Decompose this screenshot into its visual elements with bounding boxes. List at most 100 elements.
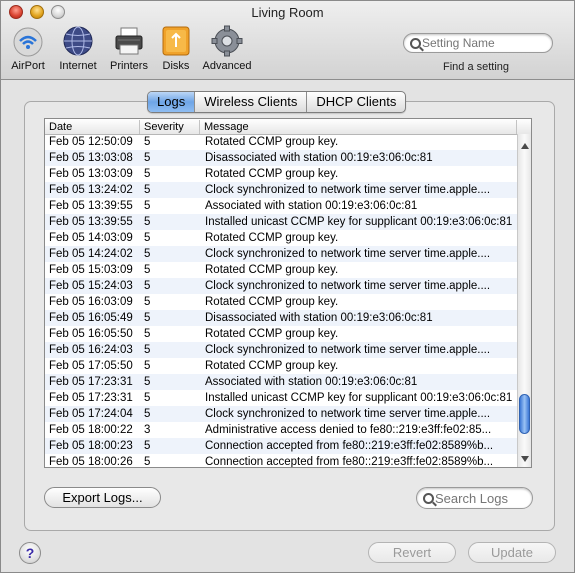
cell-severity: 5 (144, 328, 151, 340)
setting-search-field[interactable] (403, 33, 553, 53)
cell-severity: 5 (144, 232, 151, 244)
cell-severity: 5 (144, 392, 151, 404)
cell-date: Feb 05 17:24:04 (49, 408, 133, 420)
cell-date: Feb 05 13:03:08 (49, 152, 133, 164)
cell-severity: 5 (144, 264, 151, 276)
cell-date: Feb 05 16:03:09 (49, 296, 133, 308)
help-button[interactable]: ? (19, 542, 41, 564)
table-row[interactable]: Feb 05 15:03:09 5 Rotated CCMP group key. (45, 262, 517, 278)
cell-date: Feb 05 14:24:02 (49, 248, 133, 260)
cell-severity: 5 (144, 200, 151, 212)
cell-date: Feb 05 13:24:02 (49, 184, 133, 196)
vertical-scrollbar[interactable] (517, 134, 531, 467)
table-row[interactable]: Feb 05 15:24:03 5 Clock synchronized to ne… (45, 278, 517, 294)
disk-icon (159, 25, 193, 57)
cell-severity: 5 (144, 344, 151, 356)
table-row[interactable]: Feb 05 16:24:03 5 Clock synchronized to ne… (45, 342, 517, 358)
table-row[interactable]: Feb 05 17:24:04 5 Clock synchronized to ne… (45, 406, 517, 422)
cell-date: Feb 05 13:03:09 (49, 168, 133, 180)
cell-date: Feb 05 16:05:49 (49, 312, 133, 324)
printer-icon (112, 25, 146, 57)
cell-date: Feb 05 17:23:31 (49, 376, 133, 388)
cell-severity: 5 (144, 216, 151, 228)
table-row[interactable]: Feb 05 13:39:55 5 Associated with station … (45, 198, 517, 214)
search-icon (410, 38, 421, 49)
table-row[interactable]: Feb 05 12:50:09 5 Rotated CCMP group key. (45, 134, 517, 150)
cell-message: Rotated CCMP group key. (205, 264, 339, 276)
find-setting-label: Find a setting (443, 61, 510, 73)
cell-severity: 5 (144, 408, 151, 420)
tab-logs[interactable]: Logs (148, 92, 195, 112)
table-row[interactable]: Feb 05 18:00:23 5 Connection accepted from… (45, 438, 517, 454)
cell-severity: 5 (144, 312, 151, 324)
column-header-severity[interactable]: Severity (140, 120, 200, 134)
cell-date: Feb 05 13:39:55 (49, 216, 133, 228)
cell-message: Associated with station 00:19:e3:06:0c:8… (205, 376, 418, 388)
table-row[interactable]: Feb 05 14:03:09 5 Rotated CCMP group key. (45, 230, 517, 246)
toolbar-advanced[interactable]: Advanced (201, 25, 253, 72)
toolbar-airport[interactable]: AirPort (9, 25, 47, 72)
cell-date: Feb 05 16:05:50 (49, 328, 133, 340)
table-row[interactable]: Feb 05 16:03:09 5 Rotated CCMP group key. (45, 294, 517, 310)
table-row[interactable]: Feb 05 16:05:49 5 Disassociated with stati… (45, 310, 517, 326)
airport-utility-window: Living Room AirPort Internet Printers Di… (0, 0, 575, 573)
cell-message: Clock synchronized to network time serve… (205, 344, 491, 356)
window-title: Living Room (251, 5, 324, 20)
table-row[interactable]: Feb 05 14:24:02 5 Clock synchronized to ne… (45, 246, 517, 262)
table-body: Feb 05 12:50:09 5 Rotated CCMP group key. F… (45, 134, 517, 468)
cell-message: Rotated CCMP group key. (205, 296, 339, 308)
cell-message: Rotated CCMP group key. (205, 168, 339, 180)
scroll-up-arrow-icon[interactable] (521, 143, 529, 149)
toolbar-disks[interactable]: Disks (159, 25, 193, 72)
table-row[interactable]: Feb 05 17:23:31 5 Associated with station … (45, 374, 517, 390)
table-row[interactable]: Feb 05 13:03:09 5 Rotated CCMP group key. (45, 166, 517, 182)
table-row[interactable]: Feb 05 18:00:26 5 Connection accepted from… (45, 454, 517, 468)
cell-severity: 5 (144, 440, 151, 452)
revert-button[interactable]: Revert (368, 542, 456, 563)
update-button[interactable]: Update (468, 542, 556, 563)
gear-icon (210, 25, 244, 57)
cell-severity: 5 (144, 168, 151, 180)
tab-bar: Logs Wireless Clients DHCP Clients (147, 91, 407, 113)
cell-date: Feb 05 18:00:26 (49, 456, 133, 468)
cell-message: Connection accepted from fe80::219:e3ff:… (205, 456, 494, 468)
table-row[interactable]: Feb 05 13:24:02 5 Clock synchronized to ne… (45, 182, 517, 198)
table-row[interactable]: Feb 05 17:23:31 5 Installed unicast CCMP k… (45, 390, 517, 406)
toolbar-internet[interactable]: Internet (55, 25, 101, 72)
cell-severity: 5 (144, 152, 151, 164)
cell-severity: 5 (144, 136, 151, 148)
cell-date: Feb 05 14:03:09 (49, 232, 133, 244)
cell-message: Administrative access denied to fe80::21… (205, 424, 492, 436)
scroll-down-arrow-icon[interactable] (521, 456, 529, 462)
cell-date: Feb 05 18:00:22 (49, 424, 133, 436)
column-header-date[interactable]: Date (45, 120, 140, 134)
table-row[interactable]: Feb 05 16:05:50 5 Rotated CCMP group key. (45, 326, 517, 342)
column-header-message[interactable]: Message (200, 120, 517, 134)
cell-message: Clock synchronized to network time serve… (205, 248, 491, 260)
table-row[interactable]: Feb 05 13:39:55 5 Installed unicast CCMP k… (45, 214, 517, 230)
cell-message: Installed unicast CCMP key for supplican… (205, 392, 513, 404)
cell-message: Clock synchronized to network time serve… (205, 184, 491, 196)
table-row[interactable]: Feb 05 17:05:50 5 Rotated CCMP group key. (45, 358, 517, 374)
cell-date: Feb 05 13:39:55 (49, 200, 133, 212)
search-icon (423, 493, 434, 504)
export-logs-button[interactable]: Export Logs... (44, 487, 161, 508)
search-logs-input[interactable] (435, 490, 527, 506)
tab-dhcp-clients[interactable]: DHCP Clients (306, 92, 405, 112)
cell-severity: 5 (144, 296, 151, 308)
setting-search-input[interactable] (422, 35, 542, 51)
cell-message: Rotated CCMP group key. (205, 232, 339, 244)
table-row[interactable]: Feb 05 13:03:08 5 Disassociated with stati… (45, 150, 517, 166)
cell-message: Associated with station 00:19:e3:06:0c:8… (205, 200, 418, 212)
cell-message: Connection accepted from fe80::219:e3ff:… (205, 440, 494, 452)
search-logs-field[interactable] (416, 487, 533, 509)
cell-date: Feb 05 12:50:09 (49, 136, 133, 148)
cell-severity: 5 (144, 456, 151, 468)
tab-wireless-clients[interactable]: Wireless Clients (194, 92, 306, 112)
table-row[interactable]: Feb 05 18:00:22 3 Administrative access de… (45, 422, 517, 438)
airport-icon (11, 25, 45, 57)
scroll-thumb[interactable] (519, 394, 530, 434)
cell-message: Rotated CCMP group key. (205, 136, 339, 148)
toolbar-printers[interactable]: Printers (108, 25, 150, 72)
cell-message: Clock synchronized to network time serve… (205, 280, 491, 292)
